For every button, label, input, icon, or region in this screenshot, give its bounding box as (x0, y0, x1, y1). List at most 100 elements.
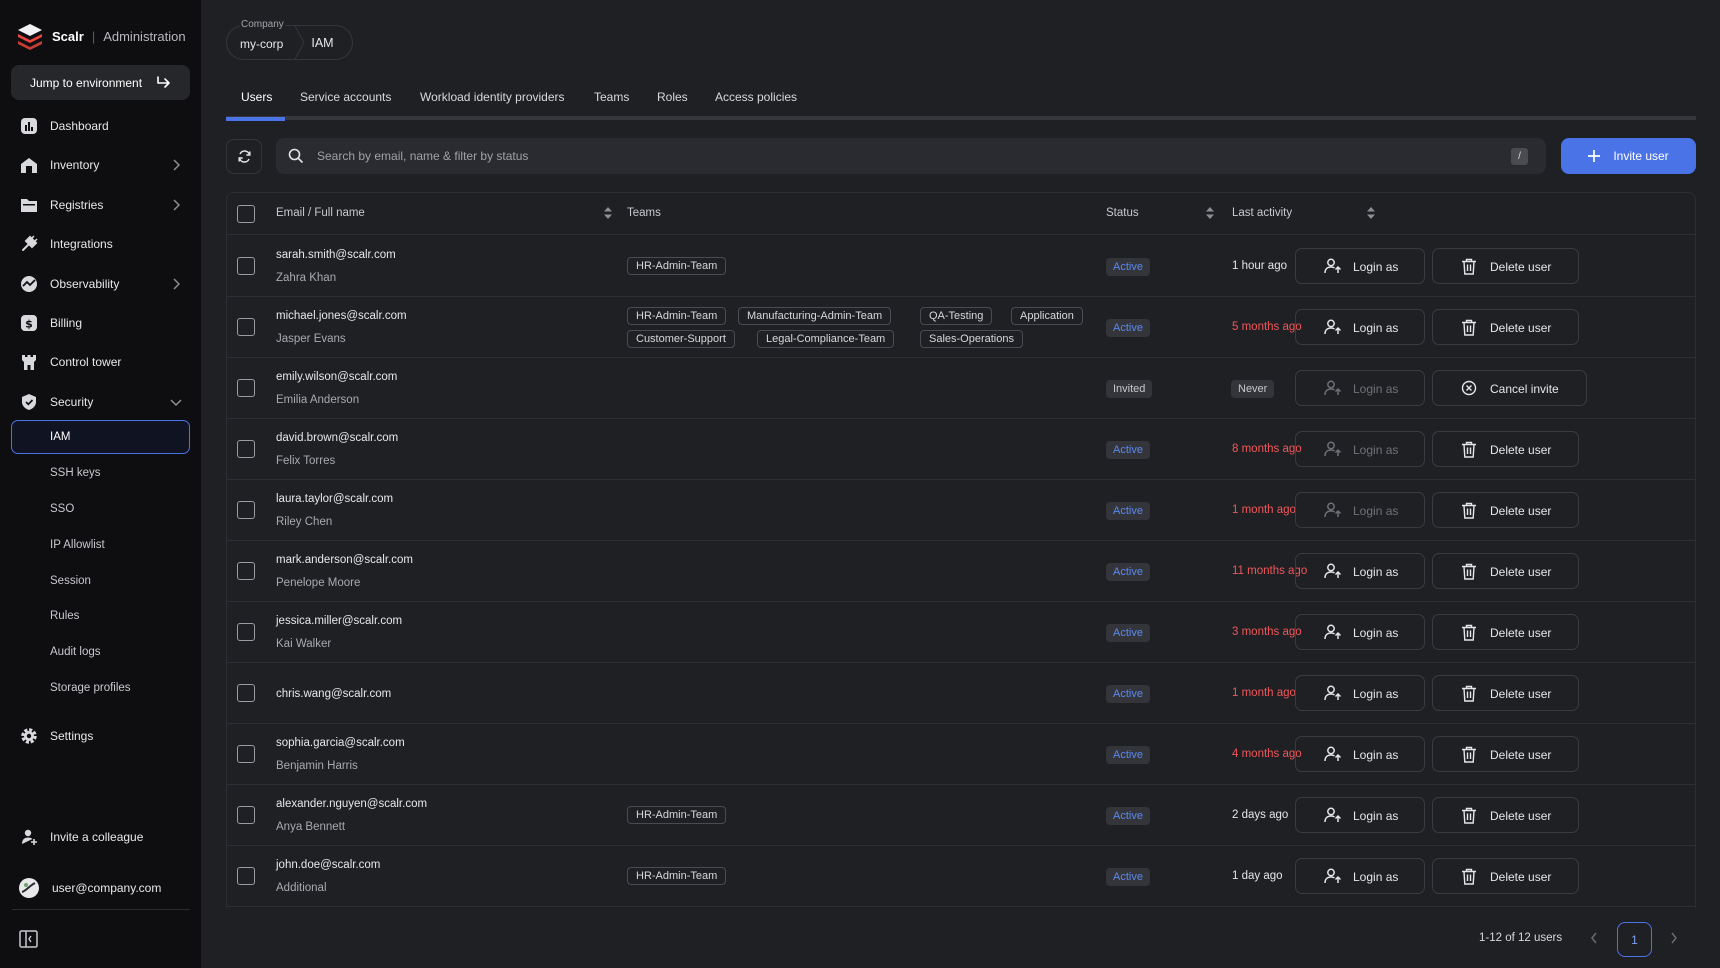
collapse-sidebar-icon[interactable] (19, 930, 38, 948)
login-as-button[interactable]: Login as (1295, 675, 1425, 711)
delete-user-button[interactable]: Delete user (1432, 553, 1579, 589)
tab-access-policies[interactable]: Access policies (715, 90, 797, 104)
login-as-button[interactable]: Login as (1295, 553, 1425, 589)
sidebar-item-dashboard[interactable]: Dashboard (20, 117, 180, 135)
delete-user-button[interactable]: Delete user (1432, 492, 1579, 528)
sort-icon[interactable] (1367, 207, 1375, 219)
jump-to-environment-button[interactable]: Jump to environment (11, 65, 190, 100)
column-header-email[interactable]: Email / Full name (276, 207, 365, 219)
table-row[interactable]: mark.anderson@scalr.com Penelope Moore Act… (227, 541, 1695, 602)
sidebar-item-security[interactable]: Security (20, 393, 182, 411)
sidebar-sub-item-rules[interactable]: Rules (50, 610, 79, 622)
search-bar: / (276, 138, 1546, 174)
table-row[interactable]: david.brown@scalr.com Felix Torres Active 8… (227, 419, 1695, 480)
sidebar-sub-item-audit-logs[interactable]: Audit logs (50, 646, 101, 658)
team-chip[interactable]: Manufacturing-Admin-Team (738, 307, 892, 325)
table-row[interactable]: emily.wilson@scalr.com Emilia Anderson Inv… (227, 358, 1695, 419)
tab-service-accounts[interactable]: Service accounts (300, 90, 391, 104)
sidebar-sub-item-sso[interactable]: SSO (50, 503, 74, 515)
sidebar-sub-item-storage-profiles[interactable]: Storage profiles (50, 682, 131, 694)
page-button-current[interactable]: 1 (1617, 922, 1652, 957)
invite-user-button[interactable]: Invite user (1561, 138, 1696, 174)
row-checkbox[interactable] (237, 257, 255, 275)
sidebar-item-settings[interactable]: Settings (20, 727, 180, 745)
select-all-checkbox[interactable] (237, 205, 255, 223)
invite-colleague-button[interactable]: Invite a colleague (20, 828, 180, 846)
column-header-last-activity[interactable]: Last activity (1232, 207, 1292, 219)
login-as-button[interactable]: Login as (1295, 736, 1425, 772)
sidebar-item-billing[interactable]: $ Billing (20, 314, 180, 332)
row-checkbox[interactable] (237, 623, 255, 641)
sidebar-sub-item-iam[interactable]: IAM (50, 431, 70, 443)
row-checkbox[interactable] (237, 318, 255, 336)
table-row[interactable]: john.doe@scalr.com Additional HR-Admin-Tea… (227, 846, 1695, 907)
table-row[interactable]: alexander.nguyen@scalr.com Anya Bennett HR… (227, 785, 1695, 846)
sidebar-item-inventory[interactable]: Inventory (20, 156, 180, 174)
sidebar-sub-item-ssh-keys[interactable]: SSH keys (50, 467, 101, 479)
sidebar-item-integrations[interactable]: Integrations (20, 235, 180, 253)
chevron-right-icon[interactable] (1669, 930, 1679, 946)
delete-user-button[interactable]: Delete user (1432, 797, 1579, 833)
sidebar-sub-item-ip-allowlist[interactable]: IP Allowlist (50, 539, 105, 551)
column-header-status[interactable]: Status (1106, 207, 1139, 219)
search-input[interactable] (317, 149, 1467, 163)
sidebar-item-control-tower[interactable]: Control tower (20, 353, 180, 371)
login-as-button[interactable]: Login as (1295, 370, 1425, 406)
login-as-button[interactable]: Login as (1295, 858, 1425, 894)
row-checkbox[interactable] (237, 562, 255, 580)
team-chip[interactable]: HR-Admin-Team (627, 806, 727, 824)
chevron-left-icon[interactable] (1589, 930, 1599, 946)
login-as-button[interactable]: Login as (1295, 248, 1425, 284)
brand[interactable]: Scalr | Administration (16, 22, 186, 50)
table-row[interactable]: michael.jones@scalr.com Jasper Evans HR-Ad… (227, 297, 1695, 358)
team-chip[interactable]: HR-Admin-Team (627, 867, 727, 885)
table-row[interactable]: laura.taylor@scalr.com Riley Chen Active 1 … (227, 480, 1695, 541)
sidebar-item-observability[interactable]: Observability (20, 275, 180, 293)
row-checkbox[interactable] (237, 501, 255, 519)
cancel-invite-button[interactable]: Cancel invite (1432, 370, 1587, 406)
login-as-button[interactable]: Login as (1295, 431, 1425, 467)
delete-user-button[interactable]: Delete user (1432, 248, 1579, 284)
row-checkbox[interactable] (237, 440, 255, 458)
breadcrumb-company-label: Company (240, 19, 285, 30)
login-as-button[interactable]: Login as (1295, 614, 1425, 650)
refresh-button[interactable] (226, 139, 262, 174)
table-row[interactable]: sarah.smith@scalr.com Zahra Khan HR-Admin-… (227, 236, 1695, 297)
login-as-button[interactable]: Login as (1295, 797, 1425, 833)
team-chip[interactable]: HR-Admin-Team (627, 307, 727, 325)
tab-teams[interactable]: Teams (594, 90, 629, 104)
team-chip[interactable]: QA-Testing (920, 307, 993, 325)
delete-user-button[interactable]: Delete user (1432, 858, 1579, 894)
sort-icon[interactable] (604, 207, 612, 219)
table-row[interactable]: sophia.garcia@scalr.com Benjamin Harris Ac… (227, 724, 1695, 785)
row-checkbox[interactable] (237, 684, 255, 702)
sort-icon[interactable] (1206, 207, 1214, 219)
row-checkbox[interactable] (237, 745, 255, 763)
login-as-button[interactable]: Login as (1295, 492, 1425, 528)
breadcrumb-company[interactable]: Company my-corp (226, 19, 296, 60)
sidebar-item-registries[interactable]: Registries (20, 196, 180, 214)
row-checkbox[interactable] (237, 379, 255, 397)
tab-users[interactable]: Users (241, 90, 272, 104)
tab-workload-identity-providers[interactable]: Workload identity providers (420, 90, 565, 104)
delete-user-button[interactable]: Delete user (1432, 614, 1579, 650)
table-row[interactable]: jessica.miller@scalr.com Kai Walker Active… (227, 602, 1695, 663)
login-as-button[interactable]: Login as (1295, 309, 1425, 345)
team-chip[interactable]: HR-Admin-Team (627, 257, 727, 275)
team-chip[interactable]: Sales-Operations (920, 330, 1023, 348)
tab-roles[interactable]: Roles (657, 90, 688, 104)
team-chip[interactable]: Customer-Support (627, 330, 735, 348)
jump-label: Jump to environment (30, 75, 143, 90)
table-row[interactable]: chris.wang@scalr.com Active 1 month ago Log… (227, 663, 1695, 724)
login-as-label: Login as (1353, 687, 1399, 701)
delete-user-button[interactable]: Delete user (1432, 431, 1579, 467)
delete-user-button[interactable]: Delete user (1432, 309, 1579, 345)
row-checkbox[interactable] (237, 867, 255, 885)
row-checkbox[interactable] (237, 806, 255, 824)
delete-user-button[interactable]: Delete user (1432, 736, 1579, 772)
user-profile[interactable]: user@company.com (18, 877, 178, 899)
sidebar-sub-item-session[interactable]: Session (50, 575, 91, 587)
delete-user-button[interactable]: Delete user (1432, 675, 1579, 711)
team-chip[interactable]: Application (1011, 307, 1083, 325)
team-chip[interactable]: Legal-Compliance-Team (757, 330, 895, 348)
